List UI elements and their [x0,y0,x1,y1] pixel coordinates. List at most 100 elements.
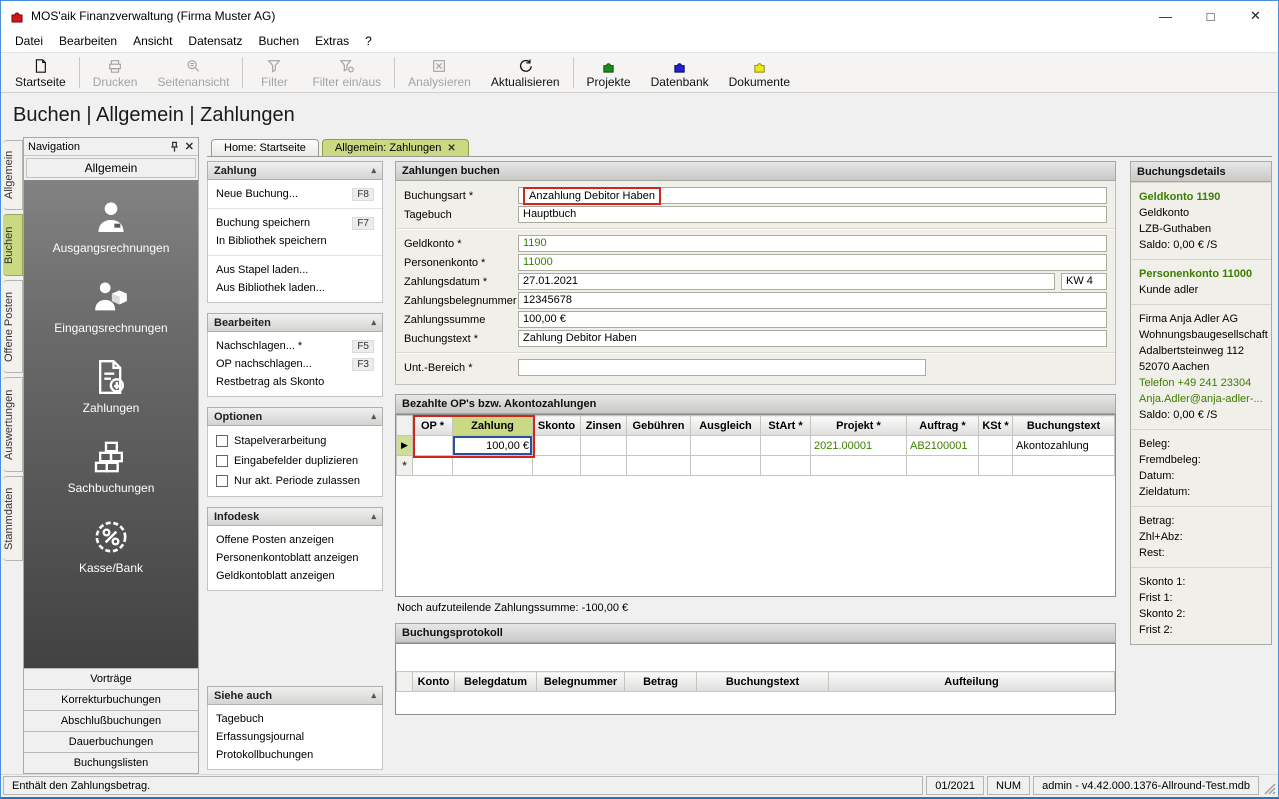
checkbox-eingabefelder-duplizieren[interactable]: Eingabefelder duplizieren [216,451,374,471]
col-gebuehren[interactable]: Gebühren [627,416,691,436]
zahlungsdatum-field[interactable]: 27.01.2021 [518,273,1055,290]
cmd-aus-bibliothek-laden[interactable]: Aus Bibliothek laden... [216,279,374,297]
cmd-in-bibliothek-speichern[interactable]: In Bibliothek speichern [216,232,374,250]
vtab-offene-posten[interactable]: Offene Posten [3,280,23,373]
vtab-auswertungen[interactable]: Auswertungen [3,377,23,472]
col-skonto[interactable]: Skonto [533,416,581,436]
col-start[interactable]: StArt * [761,416,811,436]
tab-allgemein-zahlungen[interactable]: Allgemein: Zahlungen✕ [322,139,469,156]
section-bearbeiten-header[interactable]: Bearbeiten▴ [207,313,383,332]
section-optionen-header[interactable]: Optionen▴ [207,407,383,426]
menu-buchen[interactable]: Buchen [250,31,307,52]
nav-item-kasse-bank[interactable]: Kasse/Bank [79,516,143,575]
pin-icon[interactable] [169,141,180,153]
section-zahlung-header[interactable]: Zahlung▴ [207,161,383,180]
cmd-tagebuch[interactable]: Tagebuch [216,710,374,728]
nav-group-allgemein[interactable]: Allgemein [26,158,196,178]
unt-bereich-field[interactable] [518,359,926,376]
col-prot-buchungstext[interactable]: Buchungstext [697,672,829,692]
cmd-personenkontoblatt-anzeigen[interactable]: Personenkontoblatt anzeigen [216,549,374,567]
collapse-icon[interactable]: ▴ [371,511,376,522]
col-belegnummer[interactable]: Belegnummer [537,672,625,692]
col-buchungstext[interactable]: Buchungstext [1013,416,1115,436]
close-button[interactable]: ✕ [1233,1,1278,31]
tab-close-icon[interactable]: ✕ [447,143,455,154]
vtab-buchen[interactable]: Buchen [3,214,23,276]
nav-item-dauerbuchungen[interactable]: Dauerbuchungen [24,731,198,752]
personenkonto-field[interactable]: 11000 [518,254,1107,271]
cell-op[interactable] [413,436,453,456]
cmd-aus-stapel-laden[interactable]: Aus Stapel laden... [216,261,374,279]
current-row-marker-icon[interactable]: ▶ [397,436,413,456]
new-row-marker-icon[interactable]: * [397,456,413,476]
cmd-geldkontoblatt-anzeigen[interactable]: Geldkontoblatt anzeigen [216,567,374,585]
cell-kst[interactable] [979,436,1013,456]
close-panel-icon[interactable]: ✕ [185,140,194,153]
col-zinsen[interactable]: Zinsen [581,416,627,436]
cmd-erfassungsjournal[interactable]: Erfassungsjournal [216,728,374,746]
cmd-buchung-speichern[interactable]: Buchung speichernF7 [216,214,374,232]
nav-item-ausgangsrechnungen[interactable]: Ausgangsrechnungen [53,196,170,255]
col-op[interactable]: OP * [413,416,453,436]
checkbox-stapelverarbeitung[interactable]: Stapelverarbeitung [216,431,374,451]
nav-item-eingangsrechnungen[interactable]: Eingangsrechnungen [54,276,167,335]
nav-item-zahlungen[interactable]: Zahlungen [83,356,140,415]
cmd-offene-posten-anzeigen[interactable]: Offene Posten anzeigen [216,531,374,549]
cmd-op-nachschlagen[interactable]: OP nachschlagen...F3 [216,355,374,373]
analysieren-button[interactable]: Analysieren [398,53,481,92]
collapse-icon[interactable]: ▴ [371,690,376,701]
geldkonto-field[interactable]: 1190 [518,235,1107,252]
projekte-button[interactable]: Projekte [577,53,641,92]
nav-item-sachbuchungen[interactable]: Sachbuchungen [68,436,155,495]
cell-zinsen[interactable] [581,436,627,456]
menu-bearbeiten[interactable]: Bearbeiten [51,31,125,52]
tab-home-startseite[interactable]: Home: Startseite [211,139,319,156]
vtab-allgemein[interactable]: Allgemein [3,140,23,210]
cell-buchungstext[interactable]: Akontozahlung [1013,436,1115,456]
vtab-stammdaten[interactable]: Stammdaten [3,476,23,561]
buchungsart-field[interactable]: Anzahlung Debitor Haben [518,187,1107,204]
nav-item-buchungslisten[interactable]: Buchungslisten [24,752,198,773]
col-aufteilung[interactable]: Aufteilung [829,672,1115,692]
filter-ein-aus-button[interactable]: Filter ein/aus [302,53,391,92]
cell-start[interactable] [761,436,811,456]
drucken-button[interactable]: Drucken [83,53,148,92]
menu-ansicht[interactable]: Ansicht [125,31,180,52]
cmd-restbetrag-als-skonto[interactable]: Restbetrag als Skonto [216,373,374,391]
col-betrag[interactable]: Betrag [625,672,697,692]
cell-projekt[interactable]: 2021.00001 [811,436,907,456]
nav-item-abschlussbuchungen[interactable]: Abschlußbuchungen [24,710,198,731]
aktualisieren-button[interactable]: Aktualisieren [481,53,570,92]
menu-hilfe[interactable]: ? [357,31,380,52]
zahlungsbelegnummer-field[interactable]: 12345678 [518,292,1107,309]
cell-skonto[interactable] [533,436,581,456]
cmd-nachschlagen[interactable]: Nachschlagen... *F5 [216,337,374,355]
col-konto[interactable]: Konto [413,672,455,692]
collapse-icon[interactable]: ▴ [371,317,376,328]
section-infodesk-header[interactable]: Infodesk▴ [207,507,383,526]
collapse-icon[interactable]: ▴ [371,165,376,176]
col-projekt[interactable]: Projekt * [811,416,907,436]
cmd-protokollbuchungen[interactable]: Protokollbuchungen [216,746,374,764]
cell-auftrag[interactable]: AB2100001 [907,436,979,456]
cmd-neue-buchung[interactable]: Neue Buchung...F8 [216,185,374,203]
minimize-button[interactable]: — [1143,1,1188,31]
collapse-icon[interactable]: ▴ [371,411,376,422]
email-link[interactable]: Anja.Adler@anja-adler-... [1139,391,1263,407]
seitenansicht-button[interactable]: Seitenansicht [147,53,239,92]
filter-button[interactable]: Filter [246,53,302,92]
nav-item-korrekturbuchungen[interactable]: Korrekturbuchungen [24,689,198,710]
zahlungssumme-field[interactable]: 100,00 € [518,311,1107,328]
col-kst[interactable]: KSt * [979,416,1013,436]
resize-grip[interactable] [1262,776,1276,795]
cell-ausgleich[interactable] [691,436,761,456]
dokumente-button[interactable]: Dokumente [719,53,800,92]
tagebuch-field[interactable]: Hauptbuch [518,206,1107,223]
phone-link[interactable]: Telefon +49 241 23304 [1139,375,1263,391]
col-belegdatum[interactable]: Belegdatum [455,672,537,692]
col-auftrag[interactable]: Auftrag * [907,416,979,436]
checkbox-nur-akt-periode[interactable]: Nur akt. Periode zulassen [216,471,374,491]
cell-gebuehren[interactable] [627,436,691,456]
menu-datei[interactable]: Datei [7,31,51,52]
datenbank-button[interactable]: Datenbank [641,53,719,92]
